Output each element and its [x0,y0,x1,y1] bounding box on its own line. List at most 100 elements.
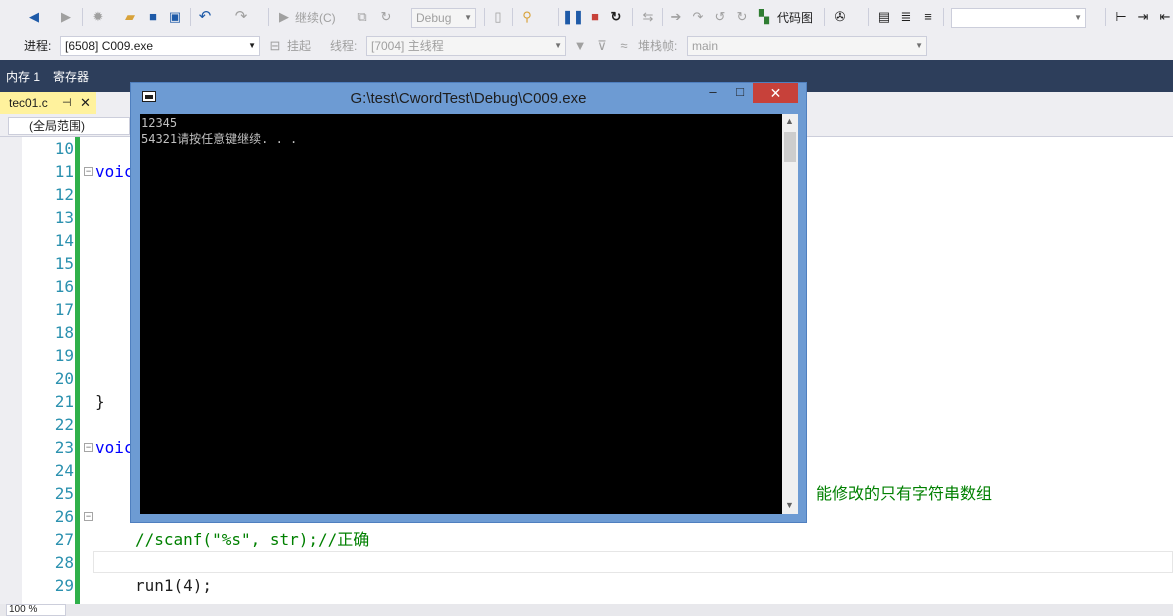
separator [558,8,559,26]
lifecycle-icon[interactable]: ⊟ [267,38,283,54]
refresh-icon[interactable]: ↻ [734,9,750,25]
step-into-icon[interactable]: ➔ [668,9,684,25]
bookmark-icon[interactable]: ▤ [876,9,892,25]
continue-icon[interactable]: ▶ [276,9,292,25]
close-icon[interactable]: ✕ [80,95,91,111]
save-icon[interactable]: ■ [145,9,161,25]
scroll-up-icon[interactable]: ▲ [785,116,794,126]
line-number: 27 [54,530,74,549]
line-number: 22 [54,415,74,434]
step-over-icon[interactable]: ↷ [690,9,706,25]
current-line-highlight [93,551,1173,573]
close-icon[interactable]: ✕ [753,83,798,103]
stop-icon[interactable]: ■ [587,9,603,25]
line-number: 10 [54,139,74,158]
undo-icon[interactable]: ↶ [197,9,213,25]
line-number: 13 [54,208,74,227]
console-scrollbar[interactable]: ▲ ▼ [782,114,798,514]
pin-icon[interactable]: ⊣ [62,96,72,109]
code-map-button[interactable]: 代码图 [777,10,813,26]
flag-threads-icon[interactable]: ≈ [616,38,632,54]
solution-config-value: Debug [416,11,452,25]
code-comment: 能修改的只有字符串数组 [816,484,993,503]
chevron-down-icon: ▼ [554,41,562,50]
filter-clear-icon[interactable]: ⊽ [594,38,610,54]
line-number: 14 [54,231,74,250]
device-icon[interactable]: ▯ [490,9,506,25]
separator [662,8,663,26]
solution-config-dropdown[interactable]: Debug ▼ [411,8,476,28]
new-project-icon[interactable]: ✹ [90,9,106,25]
indent-icon[interactable]: ⇥ [1135,9,1151,25]
stackframe-dropdown[interactable]: main ▼ [687,36,927,56]
chevron-down-icon: ▼ [915,41,923,50]
line-number: 18 [54,323,74,342]
collapse-toggle-icon[interactable]: − [84,167,93,176]
minimize-icon[interactable]: – [699,83,727,103]
separator [1105,8,1106,26]
line-number: 17 [54,300,74,319]
continue-button[interactable]: 继续(C) [295,10,336,26]
line-number: 26 [54,507,74,526]
tab-registers[interactable]: 寄存器 [53,70,89,84]
find-icon[interactable]: ⚲ [519,9,535,25]
search-combo[interactable]: ▼ [951,8,1086,28]
separator [512,8,513,26]
comment-icon[interactable]: ≣ [898,9,914,25]
code-map-icon[interactable]: ▚ [756,9,772,25]
horizontal-scrollbar[interactable] [0,604,1173,616]
tab-tec01-c[interactable]: tec01.c ⊣ ✕ [0,92,96,114]
filter-icon[interactable]: ▼ [572,38,588,54]
line-number: 15 [54,254,74,273]
restart-icon[interactable]: ↻ [378,9,394,25]
code-brace: } [95,392,105,411]
restart-debug-icon[interactable]: ↻ [608,9,624,25]
line-number: 25 [54,484,74,503]
console-line: 54321请按任意键继续. . . [141,132,298,146]
code-comment: //scanf("%s", str);//正确 [135,530,370,549]
separator [943,8,944,26]
process-label: 进程: [24,39,52,53]
console-line: 12345 [141,116,178,130]
align-icon[interactable]: ⊢ [1113,9,1129,25]
collapse-toggle-icon[interactable]: − [84,443,93,452]
redo-icon[interactable]: ↷ [233,9,249,25]
thread-dropdown[interactable]: [7004] 主线程 ▼ [366,36,566,56]
open-file-icon[interactable]: ▰ [122,9,138,25]
line-number: 24 [54,461,74,480]
show-next-statement-icon[interactable]: ⇆ [640,9,656,25]
chevron-down-icon: ▼ [248,41,256,50]
uncomment-icon[interactable]: ≡ [920,9,936,25]
stackframe-label: 堆栈帧: [638,39,678,53]
console-title-bar[interactable]: G:\test\CwordTest\Debug\C009.exe – □ ✕ [131,83,806,113]
console-window[interactable]: G:\test\CwordTest\Debug\C009.exe – □ ✕ 1… [130,82,807,523]
scroll-thumb[interactable] [784,132,796,162]
suspend-button[interactable]: 挂起 [287,38,311,54]
separator [868,8,869,26]
tab-memory-1[interactable]: 内存 1 [6,70,40,84]
step-out-icon[interactable]: ↺ [712,9,728,25]
scope-dropdown[interactable]: (全局范围) [8,117,130,135]
separator [484,8,485,26]
line-number: 23 [54,438,74,457]
scroll-down-icon[interactable]: ▼ [785,500,794,510]
outdent-icon[interactable]: ⇤ [1157,9,1173,25]
code-statement: run1(4); [135,576,213,595]
separator [82,8,83,26]
zoom-dropdown[interactable]: 100 % [6,604,66,616]
breakpoint-icon[interactable]: ✇ [832,9,848,25]
back-icon[interactable]: ◀ [26,9,42,25]
console-output[interactable]: 12345 54321请按任意键继续. . . [140,114,782,514]
maximize-icon[interactable]: □ [727,83,753,103]
attach-icon[interactable]: ⧉ [354,9,370,25]
pause-icon[interactable]: ❚❚ [562,9,584,25]
change-tracking-bar [75,137,80,604]
process-dropdown[interactable]: [6508] C009.exe ▼ [60,36,260,56]
standard-toolbar: ◀ ▶ ✹ ▰ ■ ▣ ↶ ↷ ▶ 继续(C) ⧉ ↻ Debug ▼ ▯ ⚲ … [0,0,1173,34]
line-number: 12 [54,185,74,204]
collapse-toggle-icon[interactable]: − [84,512,93,521]
separator [632,8,633,26]
line-number: 20 [54,369,74,388]
forward-icon[interactable]: ▶ [58,9,74,25]
save-all-icon[interactable]: ▣ [167,9,183,25]
